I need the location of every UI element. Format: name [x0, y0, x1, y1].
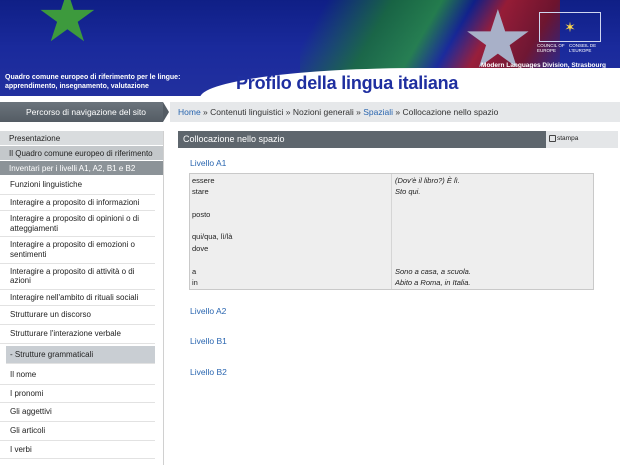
- sidebar-item-rituali[interactable]: Interagire nell'ambito di rituali social…: [0, 290, 155, 307]
- sidebar-section-quadro[interactable]: Il Quadro comune europeo di riferimento: [0, 146, 163, 161]
- page-title: Profilo della lingua italiana: [236, 73, 459, 93]
- logo-text-left: COUNCIL OF EUROPE: [537, 43, 565, 53]
- sidebar-subitem-aggettivi[interactable]: Gli aggettivi: [0, 403, 155, 422]
- table-cell-term: in: [192, 278, 198, 287]
- sidebar-item-strutture-grammaticali[interactable]: - Strutture grammaticali: [6, 345, 155, 365]
- breadcrumb-current: Collocazione nello spazio: [402, 107, 499, 117]
- sidebar-section-presentazione[interactable]: Presentazione: [0, 131, 163, 146]
- table-cell-term: dove: [192, 244, 209, 253]
- sidebar-item-attivita[interactable]: Interagire a proposito di attività o di …: [0, 264, 155, 290]
- sidebar-item-funzioni[interactable]: Funzioni linguistiche: [0, 176, 155, 195]
- sidebar-subitem-pronomi[interactable]: I pronomi: [0, 385, 155, 404]
- header-subtitle: Quadro comune europeo di riferimento per…: [5, 73, 205, 91]
- coe-emblem-icon: ✶: [539, 12, 601, 42]
- table-cell-example: Abito a Roma, in Italia.: [395, 278, 471, 287]
- sidebar-section-inventari[interactable]: Inventari per i livelli A1, A2, B1 e B2: [0, 161, 163, 176]
- header-banner: ★ ★ ✶ COUNCIL OF EUROPE CONSEIL DE L'EUR…: [0, 0, 620, 96]
- breadcrumb-spaziali-link[interactable]: Spaziali: [363, 107, 393, 117]
- navigation-path-label: Percorso di navigazione del sito: [0, 102, 169, 122]
- level-a1-link[interactable]: Livello A1: [190, 158, 226, 168]
- panel-title: Collocazione nello spazio: [178, 131, 546, 148]
- sidebar-item-informazioni[interactable]: Interagire a proposito di informazioni: [0, 195, 155, 212]
- sidebar-divider: [163, 131, 164, 465]
- breadcrumb-contenuti: Contenuti linguistici: [210, 107, 284, 117]
- sidebar-subitem-nome[interactable]: Il nome: [0, 366, 155, 385]
- star-icon: ★: [36, 0, 99, 56]
- council-of-europe-logo[interactable]: ✶ COUNCIL OF EUROPE CONSEIL DE L'EUROPE: [537, 12, 603, 58]
- sidebar-item-opinioni[interactable]: Interagire a proposito di opinioni o di …: [0, 211, 155, 238]
- sidebar-subitem-articoli[interactable]: Gli articoli: [0, 422, 155, 441]
- table-cell-term: essere: [192, 176, 215, 185]
- table-cell-term: a: [192, 267, 197, 276]
- table-cell-term: qui/qua, lì/là: [192, 232, 233, 241]
- level-b1-link[interactable]: Livello B1: [190, 336, 227, 346]
- level-b2-link[interactable]: Livello B2: [190, 367, 227, 377]
- header-subtitle-line1: Quadro comune europeo di riferimento per…: [5, 74, 181, 81]
- table-cell-example: (Dov'è il libro?) È lì.: [395, 176, 460, 185]
- sidebar-item-discorso[interactable]: Strutturare un discorso: [0, 306, 155, 325]
- navigation-path-text: Percorso di navigazione del sito: [26, 107, 147, 117]
- header-subtitle-line2: apprendimento, insegnamento, valutazione: [5, 83, 149, 91]
- breadcrumb-separator: »: [353, 107, 364, 117]
- arrow-right-icon: [163, 102, 169, 122]
- level-a2-link[interactable]: Livello A2: [190, 306, 226, 316]
- table-cell-term: posto: [192, 210, 211, 219]
- breadcrumb: Home » Contenuti linguistici » Nozioni g…: [170, 102, 620, 122]
- table-cell-term: stare: [192, 187, 209, 196]
- breadcrumb-separator: »: [283, 107, 293, 117]
- breadcrumb-nozioni: Nozioni generali: [292, 107, 354, 117]
- print-button[interactable]: stampa: [546, 131, 618, 148]
- sidebar-subitem-verbi[interactable]: I verbi: [0, 441, 155, 460]
- print-label: stampa: [557, 135, 579, 142]
- sidebar-item-emozioni[interactable]: Interagire a proposito di emozioni o sen…: [0, 237, 155, 264]
- sidebar: Presentazione Il Quadro comune europeo d…: [0, 131, 163, 465]
- table-cell-example: Sto qui.: [395, 187, 421, 196]
- breadcrumb-separator: »: [200, 107, 211, 117]
- table-cell-example: Sono a casa, a scuola.: [395, 267, 471, 276]
- vocabulary-table: essere (Dov'è il libro?) È lì. stare Sto…: [189, 173, 594, 290]
- logo-text-right: CONSEIL DE L'EUROPE: [569, 43, 597, 53]
- breadcrumb-home-link[interactable]: Home: [178, 107, 201, 117]
- table-column-divider: [391, 174, 392, 289]
- printer-icon: [549, 135, 556, 142]
- sidebar-item-interazione[interactable]: Strutturare l'interazione verbale: [0, 325, 155, 344]
